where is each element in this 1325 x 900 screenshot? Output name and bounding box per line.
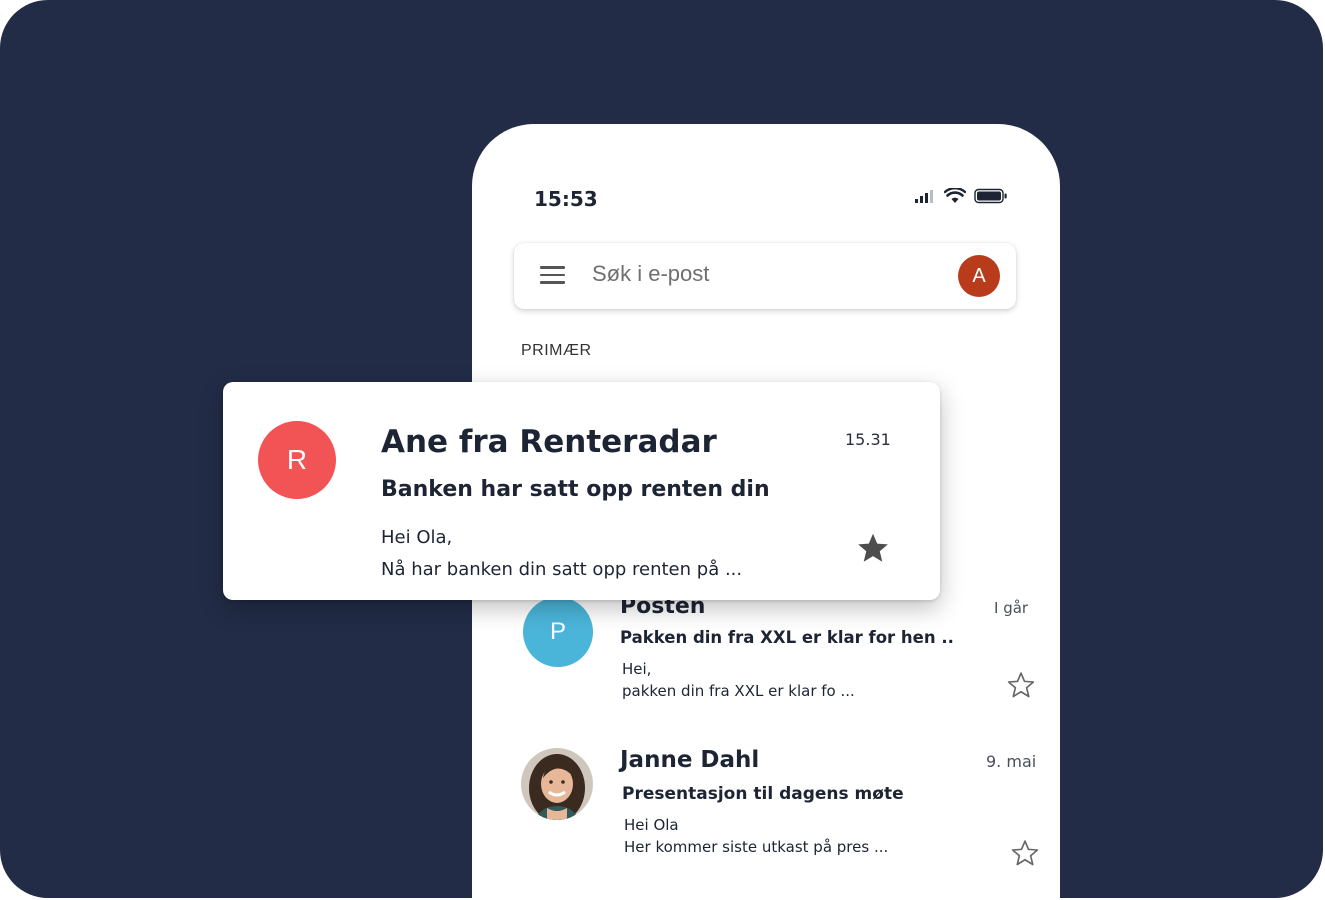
email-preview-line1: Hei Ola bbox=[624, 816, 679, 834]
search-input[interactable]: Søk i e-post bbox=[592, 261, 709, 287]
star-filled-icon[interactable] bbox=[855, 530, 891, 566]
email-preview-line1: Hei, bbox=[622, 660, 652, 678]
sender-avatar: R bbox=[258, 421, 336, 499]
email-subject: Pakken din fra XXL er klar for hen .. bbox=[620, 628, 954, 647]
battery-icon bbox=[974, 188, 1007, 204]
sender-avatar: P bbox=[523, 597, 593, 667]
email-preview-line2: Nå har banken din satt opp renten på ... bbox=[381, 559, 743, 580]
star-outline-icon[interactable] bbox=[1010, 838, 1040, 868]
search-bar[interactable]: Søk i e-post A bbox=[514, 243, 1016, 309]
email-preview: Hei Ola, Nå har banken din satt opp rent… bbox=[381, 522, 742, 586]
sender-photo-avatar bbox=[521, 748, 593, 820]
email-subject: Presentasjon til dagens møte bbox=[622, 784, 904, 804]
email-sender: Janne Dahl bbox=[620, 747, 760, 773]
menu-icon[interactable] bbox=[540, 266, 568, 288]
star-outline-icon[interactable] bbox=[1006, 670, 1036, 700]
section-label-primary: PRIMÆR bbox=[521, 342, 592, 359]
email-time: 15.31 bbox=[845, 430, 891, 449]
email-preview-line2: pakken din fra XXL er klar fo ... bbox=[622, 682, 855, 700]
email-date: 9. mai bbox=[986, 752, 1037, 771]
email-preview-line1: Hei Ola, bbox=[381, 527, 453, 548]
wifi-icon bbox=[944, 188, 966, 203]
highlighted-email-card[interactable]: R Ane fra Renteradar 15.31 Banken har sa… bbox=[223, 382, 940, 600]
email-row-janne[interactable]: Janne Dahl 9. mai Presentasjon til dagen… bbox=[472, 742, 1060, 892]
background-panel: 15:53 Søk i e-post A P RIMÆR P Posten I g… bbox=[0, 0, 1323, 898]
email-preview-line2: Her kommer siste utkast på pres ... bbox=[624, 838, 889, 856]
email-sender: Ane fra Renteradar bbox=[381, 424, 717, 460]
status-time: 15:53 bbox=[534, 187, 598, 211]
account-avatar[interactable]: A bbox=[958, 255, 1000, 297]
status-icons bbox=[914, 188, 1008, 204]
email-row-posten[interactable]: P Posten I går Pakken din fra XXL er kla… bbox=[472, 590, 1060, 740]
signal-icon bbox=[915, 190, 933, 203]
email-subject: Banken har satt opp renten din bbox=[381, 477, 770, 502]
email-date: I går bbox=[994, 599, 1029, 617]
